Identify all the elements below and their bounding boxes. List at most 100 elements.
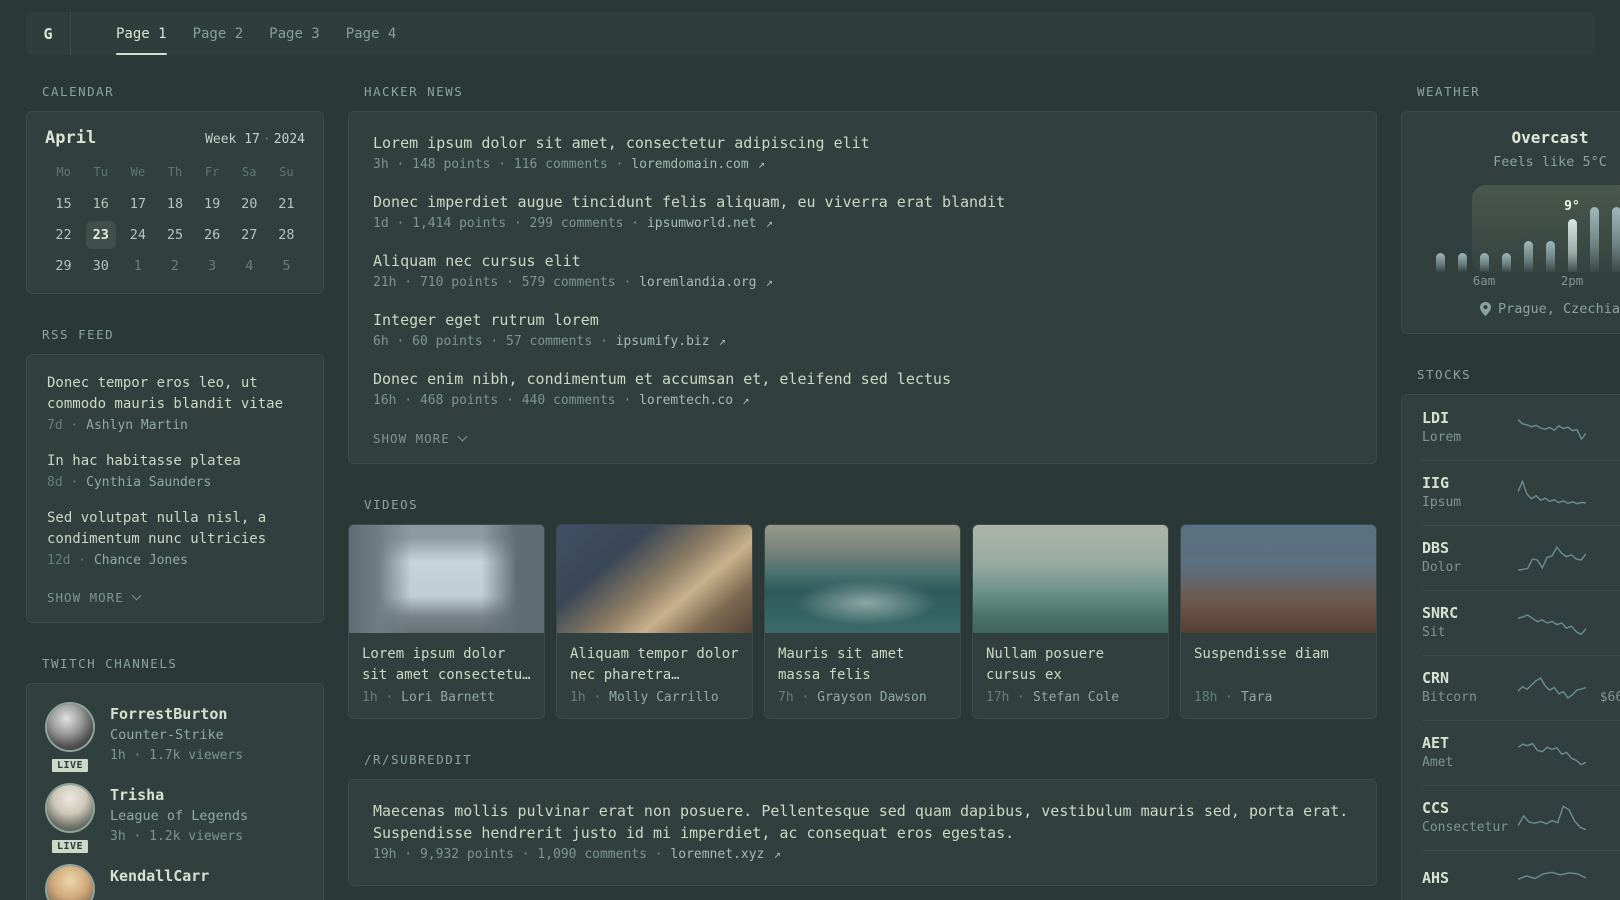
nav-tab-page-2[interactable]: Page 2: [193, 12, 244, 55]
middle-column: HACKER NEWS Lorem ipsum dolor sit amet, …: [348, 84, 1377, 900]
nav-tab-page-4[interactable]: Page 4: [346, 12, 397, 55]
stock-name: Amet: [1422, 755, 1454, 770]
calendar-header: April Week 17 · 2024: [45, 128, 305, 148]
twitch-section-title: TWITCH CHANNELS: [42, 656, 178, 671]
calendar-day-label: 28: [278, 226, 295, 243]
video-time: 7h ·: [778, 690, 818, 705]
top-navbar: G Page 1 Page 2 Page 3 Page 4: [26, 12, 1595, 55]
avatar: [47, 704, 93, 750]
hackernews-item-domain[interactable]: ipsumworld.net: [647, 216, 757, 231]
video-meta: 18h · Tara: [1194, 690, 1363, 705]
video-card[interactable]: Lorem ipsum dolor sit amet consectetu… 1h…: [348, 524, 545, 719]
calendar-section: CALENDAR April Week 17 · 2024 Mo Tu We Th Fr Sa…: [26, 84, 324, 294]
hackernews-item-stats: 3h · 148 points · 116 comments ·: [373, 157, 632, 172]
twitch-channel[interactable]: LIVE Trisha League of Legends 3h · 1.2k vie…: [47, 785, 303, 856]
videos-section-title: VIDEOS: [364, 497, 419, 512]
external-link-icon: ↗: [750, 157, 766, 171]
twitch-section: TWITCH CHANNELS LIVE ForrestBurton Counter…: [26, 656, 324, 900]
video-card[interactable]: Aliquam tempor dolor nec pharetra… 1h · M…: [556, 524, 753, 719]
stock-row[interactable]: AET Amet +0.92%$499.72: [1422, 720, 1620, 785]
calendar-day: 22: [45, 219, 82, 250]
app-logo[interactable]: G: [26, 12, 71, 55]
twitch-channel[interactable]: LIVE ForrestBurton Counter-Strike 1h · 1.7k…: [47, 704, 303, 775]
hackernews-item-domain[interactable]: loremtech.co: [639, 393, 733, 408]
rss-item-author: Chance Jones: [93, 553, 188, 568]
external-link-icon: ↗: [758, 275, 773, 289]
video-thumbnail-fog-field: [1181, 525, 1376, 633]
video-card-body: Aliquam tempor dolor nec pharetra… 1h · M…: [557, 633, 752, 718]
weather-time-label: 2pm: [1560, 273, 1584, 288]
weekday-label: Sa: [242, 165, 257, 179]
stock-id: CRN Bitcorn: [1422, 668, 1518, 707]
stock-row[interactable]: SNRC Sit +1.36%$148.64: [1422, 590, 1620, 655]
nav-tab-page-1[interactable]: Page 1: [116, 12, 167, 55]
chevron-down-icon: [131, 590, 142, 601]
weather-section-title: WEATHER: [1417, 84, 1481, 99]
calendar-day-label: 3: [208, 257, 217, 274]
rss-item[interactable]: Donec tempor eros leo, ut commodo mauris…: [47, 373, 303, 436]
stock-id: IIG Ipsum: [1422, 473, 1518, 512]
sparkline-chart: [1517, 742, 1586, 766]
weather-section: WEATHER Overcast Feels like 5°C 9° 6am 2p…: [1401, 84, 1620, 334]
hackernews-item-domain[interactable]: ipsumify.biz: [616, 334, 710, 349]
stock-price: $499.72: [1586, 753, 1620, 772]
hackernews-item[interactable]: Donec enim nibh, condimentum et accumsan…: [373, 368, 1352, 411]
stock-id: SNRC Sit: [1422, 603, 1518, 642]
hackernews-item[interactable]: Integer eget rutrum lorem 6h · 60 points …: [373, 309, 1352, 352]
calendar-day: 17: [119, 188, 156, 219]
sparkline-chart: [1517, 676, 1586, 699]
stock-sparkline: [1517, 673, 1586, 703]
stock-row[interactable]: DBS Dolor +1.42%$156.28: [1422, 525, 1620, 590]
hackernews-item-domain[interactable]: loremlandia.org: [639, 275, 756, 290]
stock-change: +0.46%: [1586, 868, 1620, 888]
rss-item-headline: Sed volutpat nulla nisl, a condimentum n…: [47, 510, 267, 547]
hackernews-item[interactable]: Lorem ipsum dolor sit amet, consectetur …: [373, 132, 1352, 175]
hackernews-list: Lorem ipsum dolor sit amet, consectetur …: [373, 132, 1352, 411]
stock-row[interactable]: LDI Lorem +4.35%$795.18: [1422, 396, 1620, 460]
rss-item[interactable]: Sed volutpat nulla nisl, a condimentum n…: [47, 508, 303, 571]
calendar-day: 3: [194, 250, 231, 281]
weather-bar: [1523, 241, 1533, 272]
twitch-channel-info: ForrestBurton Counter-Strike 1h · 1.7k vie…: [110, 704, 243, 766]
stocks-section: STOCKS LDI Lorem +4.35%$795.18 IIG Ipsum +2.8…: [1401, 367, 1620, 900]
calendar-day: 30: [82, 250, 119, 281]
hackernews-show-more-button[interactable]: SHOW MORE: [373, 431, 468, 446]
hackernews-item-headline: Aliquam nec cursus elit: [373, 252, 581, 270]
subreddit-post-domain[interactable]: loremnet.xyz: [670, 847, 764, 862]
live-badge: LIVE: [48, 837, 92, 856]
hackernews-item[interactable]: Aliquam nec cursus elit 21h · 710 points …: [373, 250, 1352, 293]
stock-row[interactable]: CRN Bitcorn -1.00% $66,171.48: [1422, 655, 1620, 720]
video-card[interactable]: Mauris sit amet massa felis 7h · Grayson …: [764, 524, 961, 719]
video-card[interactable]: Suspendisse diam 18h · Tara: [1180, 524, 1377, 719]
nav-tab-page-3[interactable]: Page 3: [269, 12, 320, 55]
rss-item-time: 7d ·: [47, 418, 87, 433]
stock-sparkline: [1517, 413, 1586, 443]
calendar-day: 28: [268, 219, 305, 250]
calendar-day-label: 27: [241, 226, 258, 243]
calendar-day: 18: [156, 188, 193, 219]
video-card[interactable]: Nullam posuere cursus ex 17h · Stefan Col…: [972, 524, 1169, 719]
video-meta: 7h · Grayson Dawson: [778, 690, 947, 705]
rss-show-more-button[interactable]: SHOW MORE: [47, 590, 142, 605]
calendar-day-label: 19: [203, 195, 221, 212]
stock-name: Dolor: [1422, 560, 1462, 575]
stock-row[interactable]: CCS Consectetur +0.51%$165.84: [1422, 785, 1620, 850]
calendar-day-label: 15: [55, 195, 72, 212]
hackernews-item-headline: Donec imperdiet augue tincidunt felis al…: [373, 193, 1006, 211]
twitch-channel[interactable]: KendallCarr: [47, 866, 303, 900]
weather-hourly-chart: 9° 6am2pm10pm: [1435, 185, 1620, 288]
hackernews-item[interactable]: Donec imperdiet augue tincidunt felis al…: [373, 191, 1352, 234]
rss-list: Donec tempor eros leo, ut commodo mauris…: [47, 373, 303, 571]
video-time: 18h ·: [1194, 690, 1241, 705]
rss-item[interactable]: In hac habitasse platea 8d · Cynthia Saun…: [47, 451, 303, 493]
hackernews-item-domain[interactable]: loremdomain.com: [631, 157, 748, 172]
calendar-widget: April Week 17 · 2024 Mo Tu We Th Fr Sa Su 15 16 17…: [26, 111, 324, 294]
stock-row[interactable]: AHS +0.46%: [1422, 850, 1620, 900]
weekday-label: Fr: [204, 165, 220, 179]
subreddit-section: /R/SUBREDDIT Maecenas mollis pulvinar er…: [348, 752, 1377, 886]
calendar-day: 20: [231, 188, 268, 219]
weather-condition: Overcast: [1511, 128, 1589, 147]
subreddit-post[interactable]: Maecenas mollis pulvinar erat non posuer…: [373, 800, 1352, 865]
stock-row[interactable]: IIG Ipsum +2.84%$42.04: [1422, 460, 1620, 525]
hackernews-item-meta: 21h · 710 points · 579 comments · loreml…: [373, 272, 1352, 293]
